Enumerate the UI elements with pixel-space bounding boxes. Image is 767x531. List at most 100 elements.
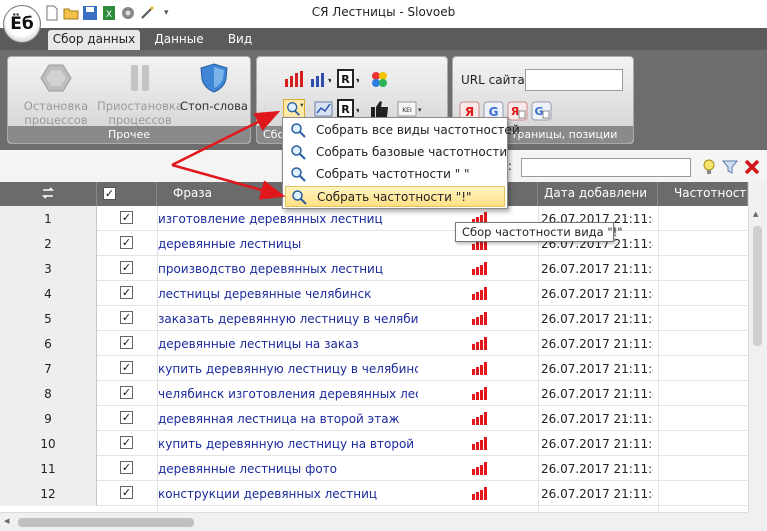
thumbs-up-icon[interactable] (369, 99, 391, 119)
frequency-bars-icon[interactable] (472, 462, 488, 475)
magnifier-icon (291, 145, 306, 160)
shield-icon (200, 63, 228, 93)
phrase-cell[interactable]: конструкции деревянных лестниц (158, 487, 418, 501)
phrase-cell[interactable]: производство деревянных лестниц (158, 262, 418, 276)
yandex-position-icon[interactable]: Я (507, 101, 529, 121)
frequency-bars-icon[interactable] (283, 69, 305, 89)
table-row[interactable]: 7 ✓ купить деревянную лестницу в челябинск… (0, 356, 748, 381)
site-url-input[interactable] (525, 69, 623, 91)
menu-item-collect-quoted-frequencies[interactable]: Собрать частотности " " (285, 164, 505, 185)
frequency-bars-icon[interactable] (472, 412, 488, 425)
row-checkbox[interactable]: ✓ (120, 436, 133, 449)
kei-icon[interactable]: KEI ▾ (397, 99, 423, 119)
menu-item-collect-exclamation-frequencies[interactable]: Собрать частотности "!" (285, 186, 505, 207)
frequency-bars-icon[interactable] (472, 262, 488, 275)
svg-text:R: R (341, 73, 350, 86)
magnifier-icon (291, 167, 306, 182)
frequency-bars-icon[interactable] (472, 312, 488, 325)
app-logo[interactable]: Ёб (3, 5, 41, 43)
phrase-cell[interactable]: купить деревянную лестницу на второй эта… (158, 437, 418, 451)
table-row[interactable]: 9 ✓ деревянная лестница на второй этаж 26.0… (0, 406, 748, 431)
phrase-cell[interactable]: заказать деревянную лестницу в челябинск… (158, 312, 418, 326)
scroll-up-arrow-icon[interactable]: ▲ (753, 210, 758, 218)
row-checkbox[interactable]: ✓ (120, 236, 133, 249)
phrase-cell[interactable]: лестницы деревянные челябинск (158, 287, 418, 301)
r-report-icon[interactable]: R ▾ (337, 69, 359, 89)
table-row[interactable]: 6 ✓ деревянные лестницы на заказ 26.07.2017… (0, 331, 748, 356)
filter-input[interactable] (521, 158, 691, 177)
tooltip: Сбор частотности вида "!" (455, 222, 623, 242)
frequency-bars-icon[interactable] (472, 337, 488, 350)
horizontal-scrollbar[interactable]: ◀ (0, 512, 748, 531)
frequency-bars-icon[interactable] (472, 287, 488, 300)
phrase-cell[interactable]: изготовление деревянных лестниц (158, 212, 418, 226)
vertical-scrollbar[interactable]: ▲ (748, 182, 767, 512)
phrase-cell[interactable]: деревянные лестницы на заказ (158, 337, 418, 351)
select-all-checkbox[interactable]: ✓ (103, 187, 116, 200)
table-row[interactable]: 10 ✓ купить деревянную лестницу на второй … (0, 431, 748, 456)
frequency-bars-icon[interactable] (472, 487, 488, 500)
table-row[interactable]: 4 ✓ лестницы деревянные челябинск 26.07.201… (0, 281, 748, 306)
clear-filter-close-icon[interactable] (743, 158, 761, 176)
row-number-header[interactable] (0, 182, 97, 206)
table-row[interactable]: 3 ✓ производство деревянных лестниц 26.07.2… (0, 256, 748, 281)
phrase-cell[interactable]: деревянные лестницы фото (158, 462, 418, 476)
menu-item-collect-base-frequencies[interactable]: Собрать базовые частотности (285, 142, 508, 163)
phrase-cell[interactable]: деревянная лестница на второй этаж (158, 412, 418, 426)
tab-view[interactable]: Вид (222, 30, 258, 50)
phrase-cell[interactable]: челябинск изготовления деревянных лестни… (158, 387, 418, 401)
menu-item-collect-all-frequencies[interactable]: Собрать все виды частотностей (285, 120, 520, 141)
row-checkbox[interactable]: ✓ (120, 211, 133, 224)
row-number: 9 (0, 406, 97, 431)
row-checkbox[interactable]: ✓ (120, 261, 133, 274)
table-row[interactable]: 11 ✓ деревянные лестницы фото 26.07.2017 21… (0, 456, 748, 481)
column-header-date-added[interactable]: Дата добавлени (538, 182, 658, 206)
row-checkbox[interactable]: ✓ (120, 286, 133, 299)
horizontal-scroll-thumb[interactable] (18, 518, 194, 527)
tab-data[interactable]: Данные (151, 30, 207, 50)
filter-label: : (508, 159, 513, 173)
row-checkbox[interactable]: ✓ (120, 486, 133, 499)
scroll-left-arrow-icon[interactable]: ◀ (4, 517, 9, 525)
collect-frequency-dropdown-icon[interactable]: ▾ (283, 99, 305, 119)
collect-frequency-menu: Собрать все виды частотностей Собрать ба… (282, 117, 520, 209)
frequency-bars-icon[interactable] (472, 387, 488, 400)
table-row[interactable]: 2✓деревянные лестницы26.07.2017 21:11:49 (0, 231, 748, 256)
color-balls-icon[interactable] (369, 69, 391, 89)
stop-processes-button[interactable]: Остановка процессов (16, 63, 96, 127)
chart-view-icon[interactable] (313, 99, 335, 119)
row-checkbox[interactable]: ✓ (120, 361, 133, 374)
row-checkbox[interactable]: ✓ (120, 411, 133, 424)
row-number: 5 (0, 306, 97, 331)
column-header-frequency[interactable]: Частотность (658, 182, 748, 206)
date-added-cell: 26.07.2017 21:11:49 (541, 312, 653, 326)
svg-text:▾: ▾ (418, 106, 422, 114)
google-position-icon[interactable]: G (531, 101, 553, 121)
filter-funnel-icon[interactable] (721, 158, 739, 176)
frequency-bars-icon[interactable] (472, 437, 488, 450)
magnifier-icon (291, 123, 306, 138)
phrase-cell[interactable]: купить деревянную лестницу в челябинске (158, 362, 418, 376)
lightbulb-icon[interactable] (700, 158, 718, 176)
phrases-grid: ✓ Фраза Дата добавлени Частотность 1 ✓ изг… (0, 182, 767, 512)
tab-data-collection[interactable]: Сбор данных (48, 30, 140, 50)
table-row[interactable]: 8 ✓ челябинск изготовления деревянных лест… (0, 381, 748, 406)
menu-item-label: Собрать базовые частотности (316, 145, 508, 159)
frequency-blue-bars-icon[interactable]: ▾ (309, 69, 331, 89)
row-number: 1 (0, 206, 97, 231)
r-report-secondary-icon[interactable]: R ▾ (337, 99, 359, 119)
table-row[interactable]: 5 ✓ заказать деревянную лестницу в челябин… (0, 306, 748, 331)
row-checkbox[interactable]: ✓ (120, 461, 133, 474)
stop-words-button[interactable]: Стоп-слова (180, 63, 248, 113)
table-row[interactable]: 12 ✓ конструкции деревянных лестниц 26.07.2… (0, 481, 748, 506)
row-checkbox[interactable]: ✓ (120, 386, 133, 399)
pause-processes-button[interactable]: Приостановка процессов (96, 63, 184, 127)
row-checkbox[interactable]: ✓ (120, 336, 133, 349)
row-checkbox[interactable]: ✓ (120, 311, 133, 324)
svg-text:▾: ▾ (300, 102, 304, 109)
vertical-scroll-thumb[interactable] (753, 226, 762, 346)
frequency-bars-icon[interactable] (472, 362, 488, 375)
table-row[interactable]: 1 ✓ изготовление деревянных лестниц 26.07.2… (0, 206, 748, 231)
title-bar: X ▾ СЯ Лестницы - Slovoeb (0, 0, 767, 28)
phrase-cell[interactable]: деревянные лестницы (158, 237, 418, 251)
